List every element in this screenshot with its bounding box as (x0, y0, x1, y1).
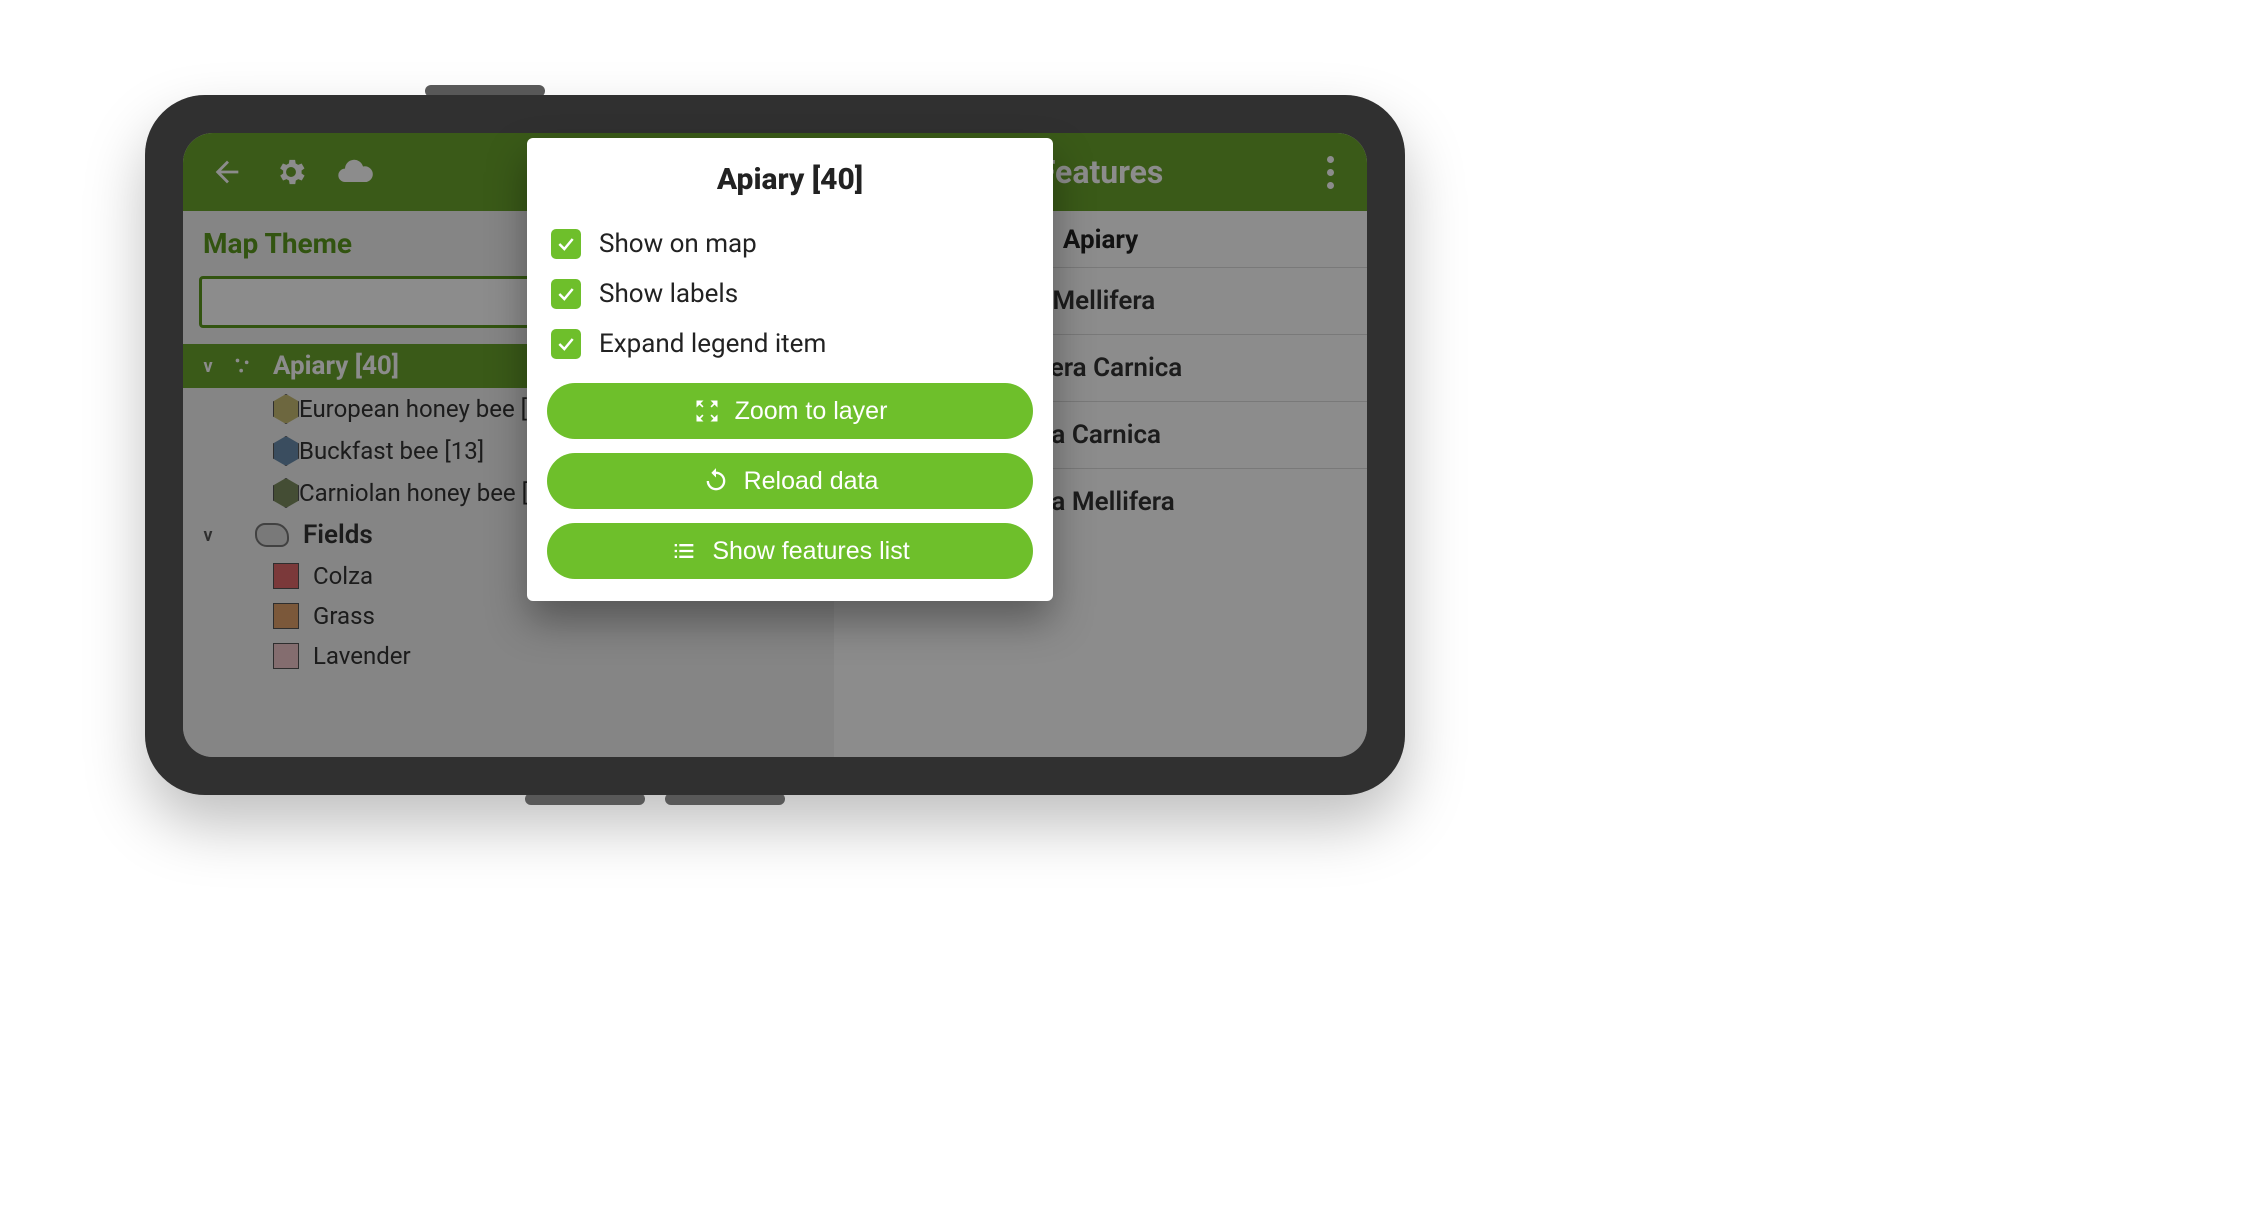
layer-properties-dialog: Apiary [40] Show on map Show labels Expa… (527, 138, 1053, 601)
expand-legend-checkbox[interactable]: Expand legend item (547, 319, 1033, 369)
expand-icon (693, 397, 721, 425)
show-labels-checkbox[interactable]: Show labels (547, 269, 1033, 319)
checkbox-icon (551, 229, 581, 259)
reload-icon (702, 467, 730, 495)
button-label: Show features list (712, 537, 909, 566)
checkbox-label: Expand legend item (599, 329, 826, 359)
button-label: Reload data (744, 467, 879, 496)
reload-data-button[interactable]: Reload data (547, 453, 1033, 509)
checkbox-icon (551, 279, 581, 309)
checkbox-label: Show labels (599, 279, 738, 309)
show-features-list-button[interactable]: Show features list (547, 523, 1033, 579)
show-on-map-checkbox[interactable]: Show on map (547, 219, 1033, 269)
checkbox-icon (551, 329, 581, 359)
button-label: Zoom to layer (735, 397, 888, 426)
zoom-to-layer-button[interactable]: Zoom to layer (547, 383, 1033, 439)
checkbox-label: Show on map (599, 229, 757, 259)
dialog-title: Apiary [40] (547, 162, 1033, 197)
list-icon (670, 537, 698, 565)
